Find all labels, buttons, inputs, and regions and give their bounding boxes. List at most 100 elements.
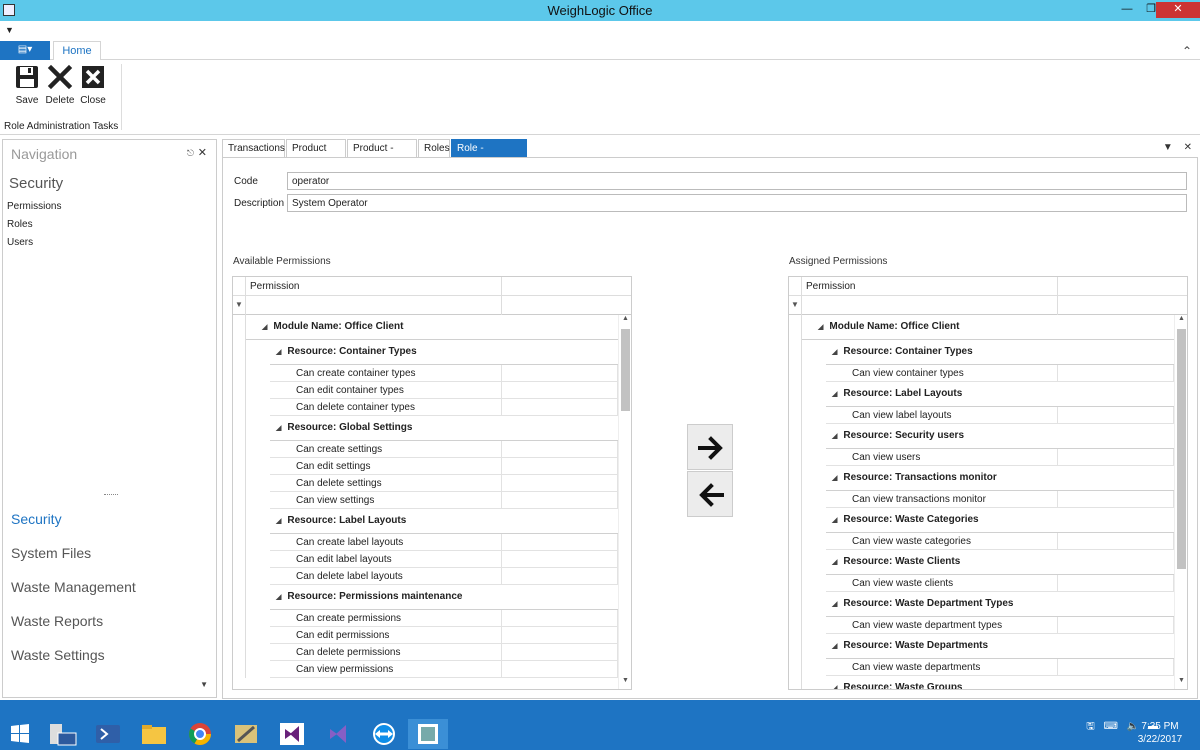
description-input[interactable] — [287, 194, 1187, 212]
resource-group-row[interactable]: ◢ Resource: Waste Groups — [789, 676, 1174, 689]
splitter-grip[interactable] — [104, 494, 118, 495]
assigned-permissions-grid[interactable]: Permission ▼ ◢ Module Name: Office Client… — [788, 276, 1188, 690]
scroll-thumb[interactable] — [621, 329, 630, 411]
teamviewer-icon[interactable] — [364, 719, 404, 749]
permission-row[interactable]: Can view settings — [233, 492, 618, 509]
resource-group-row[interactable]: ◢ Resource: Waste Departments — [789, 634, 1174, 659]
permission-row[interactable]: Can view waste department types — [789, 617, 1174, 634]
tab-list-dropdown-icon[interactable]: ▼ — [1163, 142, 1173, 153]
permission-row[interactable]: Can edit settings — [233, 458, 618, 475]
close-tab-icon[interactable]: ✕ — [1184, 142, 1192, 153]
visual-studio-icon[interactable] — [272, 719, 312, 749]
expand-collapse-icon[interactable]: ◢ — [818, 324, 823, 331]
powershell-icon[interactable] — [88, 719, 128, 749]
permission-row[interactable]: Can delete label layouts — [233, 568, 618, 585]
expand-collapse-icon[interactable]: ◢ — [832, 643, 837, 650]
expand-collapse-icon[interactable]: ◢ — [832, 349, 837, 356]
expand-collapse-icon[interactable]: ◢ — [832, 559, 837, 566]
close-navigation-icon[interactable]: ✕ — [198, 146, 207, 159]
vertical-scrollbar[interactable]: ▲ ▼ — [618, 315, 631, 689]
permission-row[interactable]: Can delete settings — [233, 475, 618, 492]
scroll-down-icon[interactable]: ▼ — [1175, 677, 1187, 689]
resource-group-row[interactable]: ◢ Resource: Permissions maintenance — [233, 585, 618, 610]
filter-icon[interactable]: ▼ — [233, 296, 246, 315]
filter-icon[interactable]: ▼ — [789, 296, 802, 315]
module-group-row[interactable]: ◢ Module Name: Office Client — [233, 315, 618, 340]
network-icon[interactable]: 🖫 — [1086, 721, 1095, 732]
expand-collapse-icon[interactable]: ◢ — [276, 425, 281, 432]
permission-row[interactable]: Can view waste clients — [789, 575, 1174, 592]
expand-collapse-icon[interactable]: ◢ — [832, 685, 837, 689]
tab-role-operator[interactable]: Role - operator — [451, 139, 527, 171]
permission-row[interactable]: Can view waste departments — [789, 659, 1174, 676]
scroll-up-icon[interactable]: ▲ — [1175, 315, 1187, 327]
permission-row[interactable]: Can view transactions monitor — [789, 491, 1174, 508]
expand-collapse-icon[interactable]: ◢ — [276, 349, 281, 356]
tab-home[interactable]: Home — [53, 41, 101, 61]
module-waste-management[interactable]: Waste Management — [11, 579, 136, 595]
resource-group-row[interactable]: ◢ Resource: Label Layouts — [789, 382, 1174, 407]
windows-start-icon[interactable] — [0, 719, 40, 749]
expand-collapse-icon[interactable]: ◢ — [832, 601, 837, 608]
assign-permission-button[interactable] — [687, 424, 733, 470]
resource-group-row[interactable]: ◢ Resource: Container Types — [789, 340, 1174, 365]
chrome-icon[interactable] — [180, 719, 220, 749]
save-button[interactable]: Save — [10, 64, 44, 106]
resource-group-row[interactable]: ◢ Resource: Waste Department Types — [789, 592, 1174, 617]
permission-row[interactable]: Can view users — [789, 449, 1174, 466]
nav-item-users[interactable]: Users — [7, 237, 33, 248]
permission-row[interactable]: Can create container types — [233, 365, 618, 382]
pin-icon[interactable]: ⎋ — [187, 148, 194, 159]
permission-row[interactable]: Can edit label layouts — [233, 551, 618, 568]
module-waste-reports[interactable]: Waste Reports — [11, 613, 103, 629]
permission-filter-cell[interactable] — [246, 296, 502, 315]
server-manager-icon[interactable] — [42, 719, 82, 749]
permission-row[interactable]: Can delete permissions — [233, 644, 618, 661]
tab-roles[interactable]: Roles — [418, 139, 450, 158]
permission-row[interactable]: Can create settings — [233, 441, 618, 458]
expand-collapse-icon[interactable]: ◢ — [262, 324, 267, 331]
tab-transactions[interactable]: Transactions — [222, 139, 285, 158]
permission-row[interactable]: Can view label layouts — [789, 407, 1174, 424]
resource-group-row[interactable]: ◢ Resource: Waste Clients — [789, 550, 1174, 575]
permission-column-header[interactable]: Permission — [802, 277, 1058, 296]
file-explorer-icon[interactable] — [134, 719, 174, 749]
ribbon-collapse-icon[interactable]: ⌃ — [1182, 44, 1192, 58]
unassign-permission-button[interactable] — [687, 471, 733, 517]
expand-collapse-icon[interactable]: ◢ — [276, 594, 281, 601]
expand-collapse-icon[interactable]: ◢ — [832, 475, 837, 482]
expand-collapse-icon[interactable]: ◢ — [832, 433, 837, 440]
permission-row[interactable]: Can edit container types — [233, 382, 618, 399]
delete-button[interactable]: Delete — [43, 64, 77, 106]
permission-row[interactable]: Can view waste categories — [789, 533, 1174, 550]
clock[interactable]: 7:35 PM 3/22/2017 — [1130, 720, 1190, 746]
quick-access-dropdown-icon[interactable]: ▼ — [5, 25, 14, 35]
weighlogic-icon[interactable] — [408, 719, 448, 749]
module-group-row[interactable]: ◢ Module Name: Office Client — [789, 315, 1174, 340]
close-window-button[interactable]: ✕ — [1156, 2, 1200, 18]
nav-item-permissions[interactable]: Permissions — [7, 201, 61, 212]
tab-product-file[interactable]: Product file — [286, 139, 346, 171]
expand-collapse-icon[interactable]: ◢ — [276, 518, 281, 525]
action-center-icon[interactable]: ⌨ — [1104, 721, 1118, 732]
resource-group-row[interactable]: ◢ Resource: Container Types — [233, 340, 618, 365]
vertical-scrollbar[interactable]: ▲ ▼ — [1174, 315, 1187, 689]
permission-row[interactable]: Can edit permissions — [233, 627, 618, 644]
resource-group-row[interactable]: ◢ Resource: Label Layouts — [233, 509, 618, 534]
resource-group-row[interactable]: ◢ Resource: Security users — [789, 424, 1174, 449]
close-button[interactable]: Close — [76, 64, 110, 106]
permission-row[interactable]: Can delete container types — [233, 399, 618, 416]
scroll-up-icon[interactable]: ▲ — [619, 315, 631, 327]
resource-group-row[interactable]: ◢ Resource: Transactions monitor — [789, 466, 1174, 491]
module-waste-settings[interactable]: Waste Settings — [11, 647, 105, 663]
scroll-down-icon[interactable]: ▼ — [619, 677, 631, 689]
resource-group-row[interactable]: ◢ Resource: Waste Categories — [789, 508, 1174, 533]
permission-filter-cell[interactable] — [802, 296, 1058, 315]
module-security[interactable]: Security — [11, 511, 62, 527]
code-input[interactable] — [287, 172, 1187, 190]
permission-row[interactable]: Can view container types — [789, 365, 1174, 382]
permission-column-header[interactable]: Permission — [246, 277, 502, 296]
available-permissions-grid[interactable]: Permission ▼ ◢ Module Name: Office Client… — [232, 276, 632, 690]
permission-row[interactable]: Can create permissions — [233, 610, 618, 627]
expand-collapse-icon[interactable]: ◢ — [832, 391, 837, 398]
